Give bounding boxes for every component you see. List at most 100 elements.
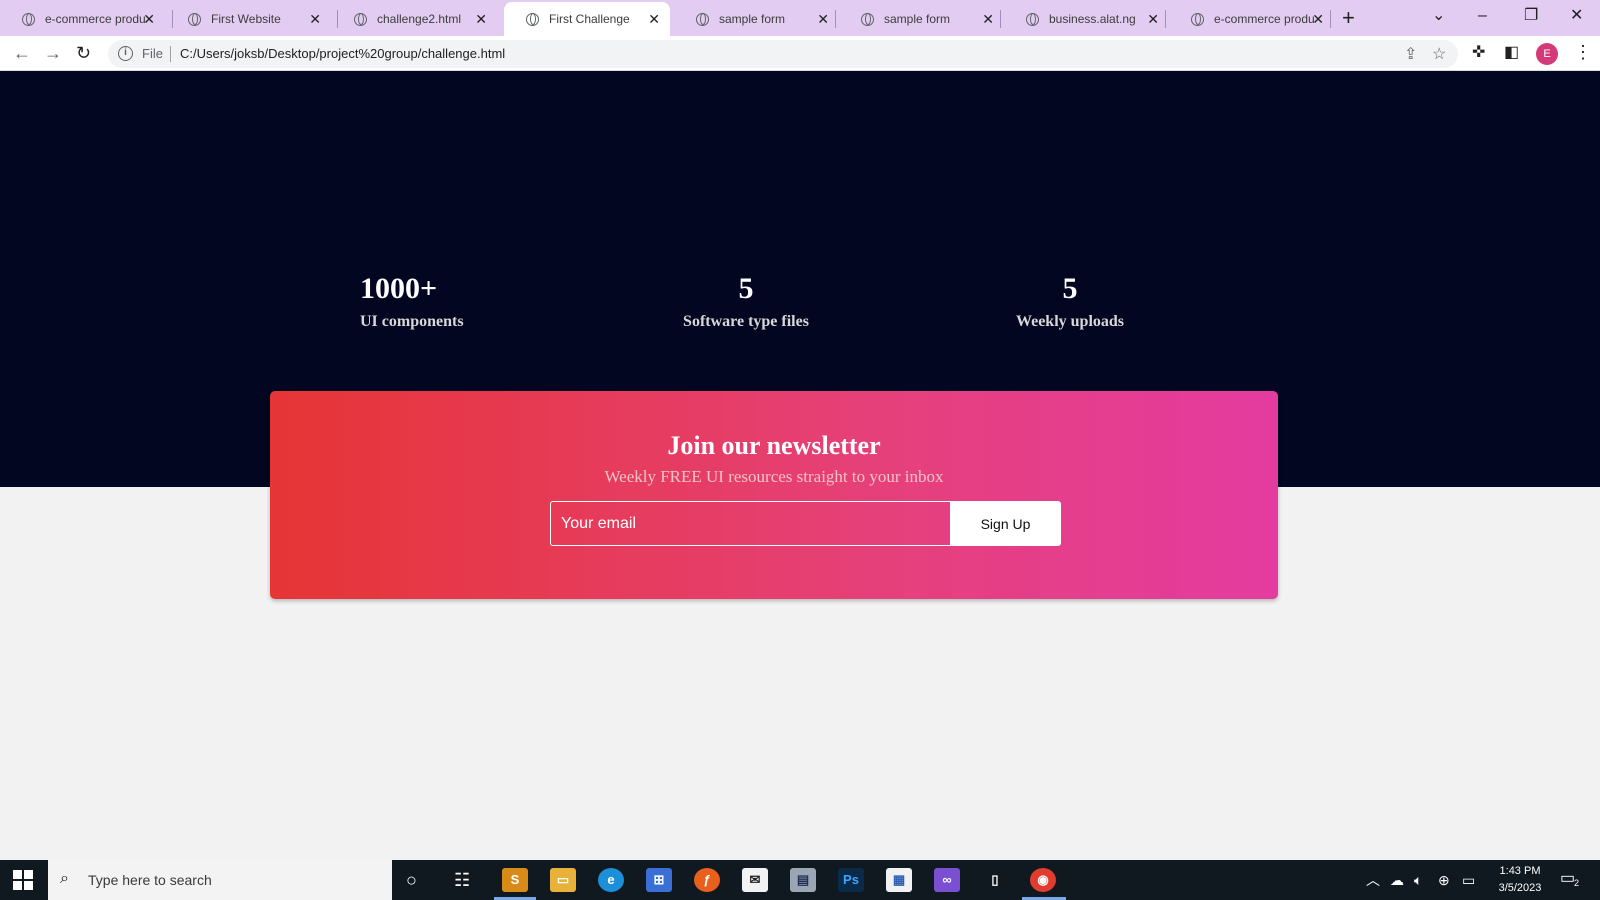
- url-text[interactable]: C:/Users/joksb/Desktop/project%20group/c…: [180, 46, 505, 61]
- stat-weekly-uploads: 5 Weekly uploads: [1002, 271, 1138, 335]
- tab-divider: [1000, 10, 1001, 28]
- tab-title: sample form: [719, 12, 786, 26]
- profile-avatar[interactable]: E: [1536, 43, 1558, 65]
- close-icon[interactable]: ✕: [143, 10, 155, 28]
- globe-icon: [861, 12, 874, 26]
- taskbar-clock[interactable]: 1:43 PM 3/5/2023: [1480, 863, 1560, 897]
- stat-label: Weekly uploads: [1015, 313, 1125, 330]
- new-tab-plus-icon[interactable]: +: [1342, 4, 1355, 32]
- globe-icon: [526, 12, 539, 26]
- globe-icon: [1026, 12, 1039, 26]
- newsletter-card: Join our newsletter Weekly FREE UI resou…: [270, 391, 1278, 599]
- bookmark-star-icon[interactable]: ☆: [1432, 44, 1446, 64]
- visual-studio-icon[interactable]: ∞: [934, 868, 960, 892]
- tab-title: e-commerce produ: [45, 12, 146, 26]
- battery-icon[interactable]: ▭: [1462, 870, 1475, 890]
- tab-ecommerce-product-2[interactable]: e-commerce produ ✕: [1169, 2, 1334, 36]
- tab-title: challenge2.html: [377, 12, 462, 26]
- address-divider: [170, 46, 171, 62]
- stat-value: 1000+: [360, 272, 438, 305]
- close-icon[interactable]: ✕: [475, 10, 487, 28]
- network-globe-icon[interactable]: ⊕: [1438, 870, 1450, 890]
- globe-icon: [354, 12, 367, 26]
- tab-title: First Challenge: [549, 12, 630, 26]
- restore-icon[interactable]: ❐: [1524, 4, 1538, 28]
- document-app-icon[interactable]: ▦: [886, 868, 912, 892]
- store-bag-icon[interactable]: ⊞: [646, 868, 672, 892]
- close-icon[interactable]: ✕: [1312, 10, 1324, 28]
- notification-count: 2: [1574, 878, 1580, 888]
- clock-time: 1:43 PM: [1499, 865, 1541, 877]
- tray-chevron-icon[interactable]: ︿: [1366, 870, 1380, 890]
- tab-ecommerce-product[interactable]: e-commerce produ ✕: [0, 2, 165, 36]
- back-arrow-icon[interactable]: ←: [13, 42, 31, 64]
- tab-search-chevron-icon[interactable]: ⌄: [1432, 4, 1445, 28]
- reload-icon[interactable]: ↻: [76, 42, 91, 64]
- address-bar[interactable]: i File C:/Users/joksb/Desktop/project%20…: [108, 40, 1458, 68]
- more-menu-icon[interactable]: ⋮: [1574, 41, 1592, 63]
- sublime-text-icon[interactable]: S: [502, 868, 528, 892]
- photoshop-icon[interactable]: Ps: [838, 868, 864, 892]
- share-icon[interactable]: ⇪: [1404, 44, 1417, 64]
- cortana-circle-icon[interactable]: ○: [406, 868, 417, 892]
- url-scheme-label: File: [142, 46, 163, 61]
- newsletter-subtitle: Weekly FREE UI resources straight to you…: [604, 467, 944, 486]
- tab-title: e-commerce produ: [1214, 12, 1315, 26]
- globe-icon: [696, 12, 709, 26]
- tab-title: business.alat.ng: [1049, 12, 1136, 26]
- windows-taskbar: ⌕ Type here to search ○ ☷ S ▭ e ⊞ ƒ ✉ ▤ …: [0, 860, 1600, 900]
- forward-arrow-icon[interactable]: →: [44, 42, 62, 64]
- remote-desktop-icon[interactable]: ▤: [790, 868, 816, 892]
- search-icon: ⌕: [60, 870, 69, 887]
- close-icon[interactable]: ✕: [1147, 10, 1159, 28]
- stat-value: 5: [1062, 272, 1078, 305]
- onedrive-icon[interactable]: ☁: [1390, 870, 1404, 890]
- close-icon[interactable]: ✕: [982, 10, 994, 28]
- tab-first-website[interactable]: First Website ✕: [166, 2, 331, 36]
- globe-icon: [22, 12, 35, 26]
- close-icon[interactable]: ✕: [648, 10, 660, 28]
- notification-icon[interactable]: ▭: [1560, 868, 1575, 888]
- close-icon[interactable]: ✕: [309, 10, 321, 28]
- browser-toolbar: ← → ↻ i File C:/Users/joksb/Desktop/proj…: [0, 36, 1600, 71]
- taskbar-search-box[interactable]: ⌕ Type here to search: [48, 860, 392, 900]
- extensions-puzzle-icon[interactable]: ✜: [1472, 43, 1485, 63]
- taskbar-search-placeholder: Type here to search: [88, 872, 212, 888]
- tab-sample-form[interactable]: sample form ✕: [674, 2, 839, 36]
- newsletter-title: Join our newsletter: [667, 431, 881, 460]
- phone-link-icon[interactable]: ▯: [982, 868, 1008, 892]
- tab-title: First Website: [211, 12, 281, 26]
- chrome-icon[interactable]: ◉: [1030, 868, 1056, 892]
- tab-business-alat[interactable]: business.alat.ng ✕: [1004, 2, 1169, 36]
- firefox-icon[interactable]: ƒ: [694, 868, 720, 892]
- stat-ui-components: 1000+ UI components: [360, 271, 490, 335]
- tab-sample-form-2[interactable]: sample form ✕: [839, 2, 1004, 36]
- tab-title: sample form: [884, 12, 951, 26]
- close-icon[interactable]: ✕: [817, 10, 829, 28]
- side-panel-icon[interactable]: ◧: [1504, 43, 1519, 63]
- email-field[interactable]: [550, 501, 950, 546]
- tab-divider: [1165, 10, 1166, 28]
- volume-icon[interactable]: 🔈︎: [1414, 870, 1422, 890]
- minimize-icon[interactable]: –: [1478, 4, 1487, 28]
- stat-label: Software type files: [683, 313, 809, 330]
- windows-start-icon[interactable]: [13, 870, 33, 890]
- globe-icon: [188, 12, 201, 26]
- tab-first-challenge[interactable]: First Challenge ✕: [504, 2, 670, 36]
- task-view-icon[interactable]: ☷: [454, 868, 470, 892]
- site-info-icon[interactable]: i: [118, 46, 133, 61]
- mail-icon[interactable]: ✉: [742, 868, 768, 892]
- window-close-icon[interactable]: ✕: [1570, 4, 1583, 28]
- signup-button[interactable]: Sign Up: [950, 501, 1061, 546]
- clock-date: 3/5/2023: [1498, 882, 1542, 894]
- browser-tab-strip: e-commerce produ ✕ First Website ✕ chall…: [0, 0, 1600, 36]
- edge-browser-icon[interactable]: e: [598, 868, 624, 892]
- stat-label: UI components: [360, 313, 464, 330]
- tab-divider: [835, 10, 836, 28]
- tab-divider: [1330, 10, 1331, 28]
- stat-value: 5: [738, 272, 754, 305]
- tab-challenge2[interactable]: challenge2.html ✕: [332, 2, 497, 36]
- globe-icon: [1191, 12, 1204, 26]
- file-explorer-icon[interactable]: ▭: [550, 868, 576, 892]
- stat-software-files: 5 Software type files: [672, 271, 820, 335]
